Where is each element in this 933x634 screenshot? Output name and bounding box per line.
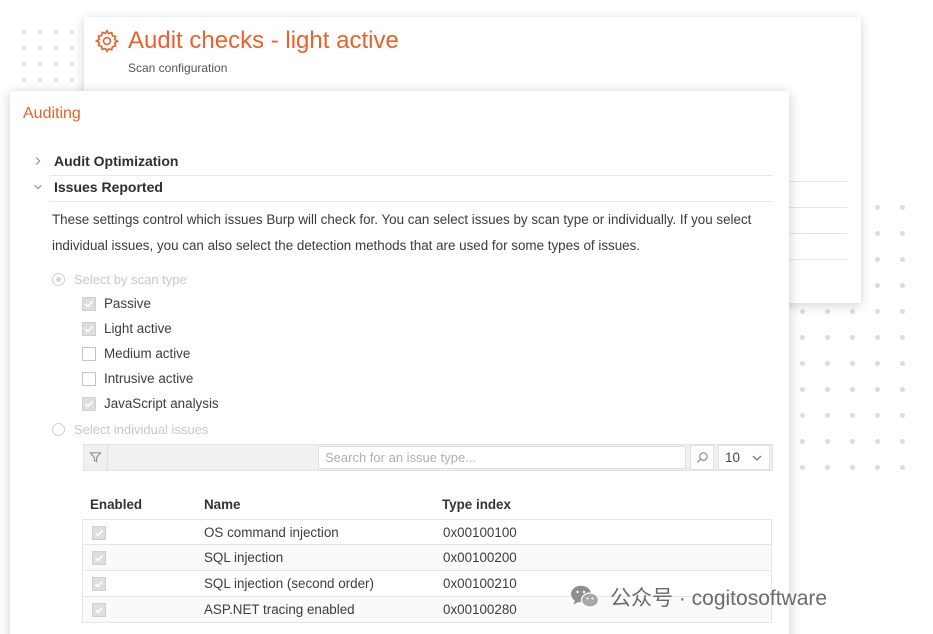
chevron-right-icon bbox=[32, 155, 44, 167]
checkbox-medium-active[interactable]: Medium active bbox=[82, 346, 190, 361]
auditing-panel: Auditing Audit Optimization Issues Repor… bbox=[10, 91, 789, 634]
checkmark-icon[interactable] bbox=[92, 526, 106, 540]
checkbox-label: JavaScript analysis bbox=[104, 396, 219, 411]
radio-button[interactable] bbox=[52, 423, 65, 436]
divider bbox=[50, 201, 773, 202]
divider bbox=[787, 233, 847, 234]
column-header-type-index[interactable]: Type index bbox=[442, 497, 511, 512]
decorative-dots-top-left bbox=[22, 30, 90, 98]
dropdown-chevron-icon bbox=[752, 455, 762, 461]
divider bbox=[787, 259, 847, 260]
search-icon[interactable] bbox=[690, 445, 714, 470]
watermark-text: 公众号 · cogitosoftware bbox=[610, 587, 828, 610]
checkmark-icon[interactable] bbox=[92, 603, 106, 617]
panel-header: Audit checks - light active bbox=[94, 27, 399, 55]
group-issues-reported[interactable]: Issues Reported bbox=[32, 179, 163, 195]
group-label: Audit Optimization bbox=[54, 153, 179, 169]
checkbox-intrusive-active[interactable]: Intrusive active bbox=[82, 371, 193, 386]
column-header-enabled[interactable]: Enabled bbox=[90, 497, 142, 512]
issue-type-index: 0x00100200 bbox=[443, 550, 517, 565]
search-input[interactable] bbox=[318, 446, 686, 469]
filter-icon[interactable] bbox=[84, 445, 108, 470]
checkmark-icon[interactable] bbox=[82, 296, 96, 311]
checkmark-icon[interactable] bbox=[92, 577, 106, 591]
issue-name: SQL injection bbox=[204, 550, 284, 565]
checkbox-box[interactable] bbox=[82, 371, 96, 386]
issue-type-index: 0x00100100 bbox=[443, 525, 517, 540]
page-title: Audit checks - light active bbox=[128, 27, 399, 54]
checkbox-passive[interactable]: Passive bbox=[82, 296, 151, 311]
checkbox-light-active[interactable]: Light active bbox=[82, 321, 172, 336]
checkbox-javascript-analysis[interactable]: JavaScript analysis bbox=[82, 396, 219, 411]
issue-name: OS command injection bbox=[204, 525, 339, 540]
checkmark-icon[interactable] bbox=[82, 321, 96, 336]
table-row[interactable]: OS command injection 0x00100100 bbox=[82, 519, 772, 545]
checkbox-label: Medium active bbox=[104, 346, 191, 361]
checkmark-icon[interactable] bbox=[82, 396, 96, 411]
divider bbox=[787, 181, 847, 182]
checkbox-label: Light active bbox=[104, 321, 172, 336]
filter-area bbox=[108, 445, 318, 470]
group-audit-optimization[interactable]: Audit Optimization bbox=[32, 153, 178, 169]
wechat-icon bbox=[570, 584, 600, 610]
table-row[interactable]: SQL injection 0x00100200 bbox=[82, 545, 772, 571]
radio-select-by-scan-type[interactable]: Select by scan type bbox=[52, 272, 187, 287]
issue-name: ASP.NET tracing enabled bbox=[204, 602, 355, 617]
watermark: 公众号 · cogitosoftware bbox=[570, 582, 827, 612]
issue-name: SQL injection (second order) bbox=[204, 576, 374, 591]
group-label: Issues Reported bbox=[54, 179, 163, 195]
checkmark-icon[interactable] bbox=[92, 551, 106, 565]
page-size-value: 10 bbox=[725, 450, 740, 465]
column-header-name[interactable]: Name bbox=[204, 497, 240, 512]
page-size-select[interactable]: 10 bbox=[718, 445, 770, 470]
issues-description: These settings control which issues Burp… bbox=[52, 212, 752, 253]
radio-label: Select individual issues bbox=[74, 422, 209, 437]
issue-filter-bar: 10 bbox=[83, 444, 773, 471]
gear-icon bbox=[94, 28, 120, 54]
chevron-down-icon bbox=[32, 181, 44, 193]
radio-button[interactable] bbox=[52, 273, 65, 286]
page-subtitle: Scan configuration bbox=[128, 61, 228, 75]
radio-select-individual-issues[interactable]: Select individual issues bbox=[52, 422, 208, 437]
checkbox-label: Passive bbox=[104, 296, 151, 311]
issue-type-index: 0x00100280 bbox=[443, 602, 517, 617]
issues-table-header: Enabled Name Type index bbox=[82, 497, 772, 519]
radio-label: Select by scan type bbox=[74, 272, 187, 287]
divider bbox=[50, 175, 773, 176]
checkbox-label: Intrusive active bbox=[104, 371, 194, 386]
divider bbox=[787, 207, 847, 208]
issue-type-index: 0x00100210 bbox=[443, 576, 517, 591]
checkbox-box[interactable] bbox=[82, 346, 96, 361]
section-title: Auditing bbox=[23, 105, 81, 122]
